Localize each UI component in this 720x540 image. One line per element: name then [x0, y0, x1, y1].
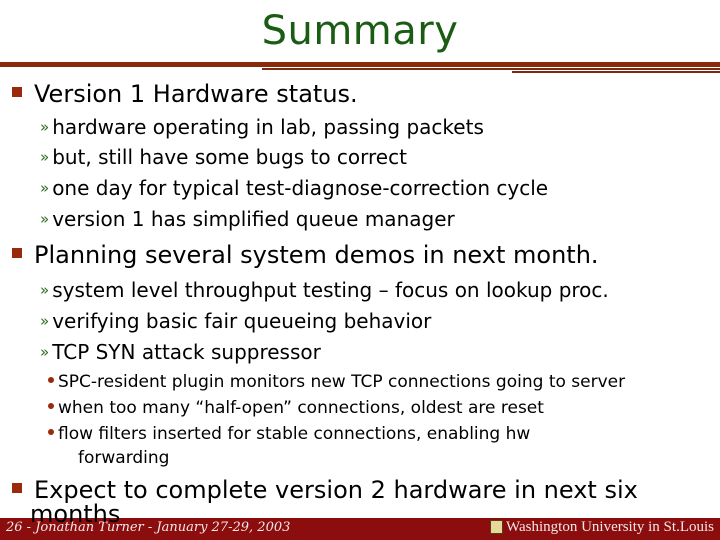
double-chevron-icon: » — [40, 343, 50, 361]
square-bullet-icon — [12, 87, 22, 97]
bullet-2: Planning several system demos in next mo… — [12, 241, 599, 269]
double-chevron-icon: » — [40, 312, 50, 330]
footer-university-name: Washington University in St.Louis — [506, 519, 714, 535]
sub-bullet: » version 1 has simplified queue manager — [40, 207, 455, 231]
bullet-text: Expect to complete version 2 hardware in… — [34, 476, 638, 504]
bullet-text: Version 1 Hardware status. — [34, 80, 358, 108]
dot-bullet-icon — [48, 429, 54, 435]
sub-sub-bullet: flow filters inserted for stable connect… — [48, 424, 530, 444]
double-chevron-icon: » — [40, 118, 50, 136]
square-bullet-icon — [12, 248, 22, 258]
double-chevron-icon: » — [40, 281, 50, 299]
bullet-3-overflow: months — [30, 500, 121, 528]
double-chevron-icon: » — [40, 179, 50, 197]
title-rule — [0, 62, 720, 67]
double-chevron-icon: » — [40, 210, 50, 228]
sub-bullet: » system level throughput testing – focus… — [40, 278, 609, 302]
sub-bullet: » but, still have some bugs to correct — [40, 145, 407, 169]
sub-sub-bullet: when too many “half-open” connections, o… — [48, 398, 544, 418]
sub-bullet: » hardware operating in lab, passing pack… — [40, 115, 484, 139]
sub-bullet: » TCP SYN attack suppressor — [40, 340, 321, 364]
university-shield-icon — [490, 519, 504, 534]
square-bullet-icon — [12, 483, 22, 493]
bullet-text: Planning several system demos in next mo… — [34, 241, 599, 269]
dot-bullet-icon — [48, 377, 54, 383]
bullet-1: Version 1 Hardware status. — [12, 80, 358, 108]
title-rule-tertiary — [512, 71, 720, 73]
sub-sub-bullet-continuation: forwarding — [78, 448, 170, 468]
double-chevron-icon: » — [40, 148, 50, 166]
footer-right: Washington University in St.Louis — [490, 519, 714, 536]
title-rule-secondary — [262, 68, 720, 70]
sub-bullet: » one day for typical test-diagnose-corre… — [40, 176, 549, 200]
dot-bullet-icon — [48, 403, 54, 409]
sub-sub-bullet: SPC-resident plugin monitors new TCP con… — [48, 372, 625, 392]
slide-title: Summary — [261, 8, 459, 54]
sub-bullet: » verifying basic fair queueing behavior — [40, 309, 432, 333]
